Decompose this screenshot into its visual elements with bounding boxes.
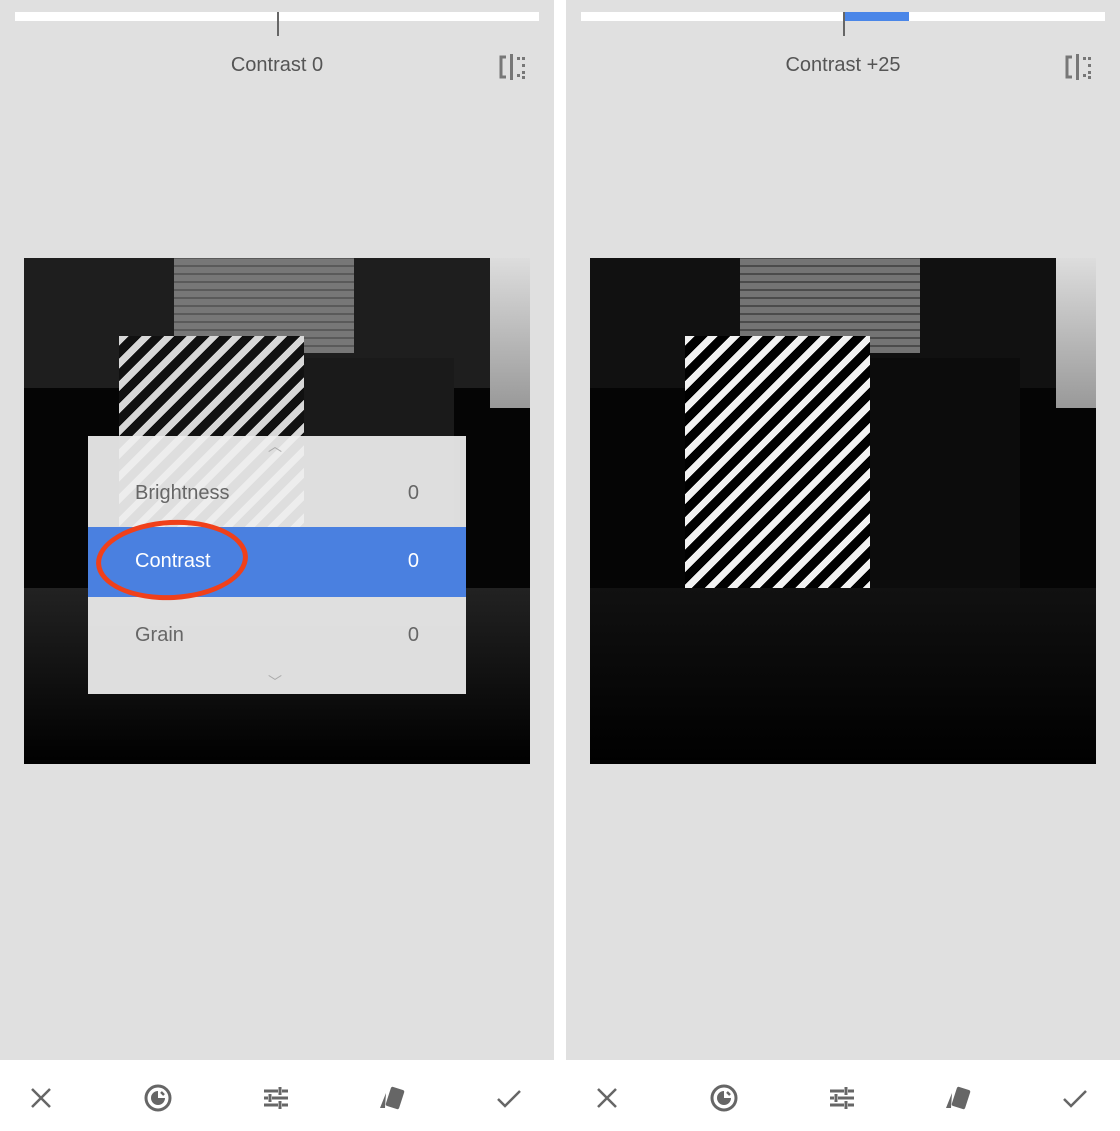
styles-icon[interactable] <box>377 1083 407 1113</box>
slider-fill <box>843 12 909 21</box>
auto-adjust-icon[interactable] <box>709 1083 739 1113</box>
chevron-down-icon[interactable]: ﹀ <box>268 672 282 692</box>
compare-icon[interactable] <box>1064 54 1092 80</box>
chevron-up-icon[interactable]: ︿ <box>268 436 282 456</box>
check-icon[interactable] <box>1060 1083 1090 1113</box>
item-label: Brightness <box>135 482 230 504</box>
bottom-toolbar <box>566 1060 1120 1131</box>
menu-item-grain[interactable]: Grain 0 <box>88 601 466 671</box>
item-label: Grain <box>135 624 184 646</box>
contrast-slider[interactable] <box>15 12 539 36</box>
item-value: 0 <box>407 624 419 646</box>
item-value: 0 <box>407 550 419 572</box>
item-value: 0 <box>407 482 419 504</box>
styles-icon[interactable] <box>943 1083 973 1113</box>
close-icon[interactable] <box>26 1083 56 1113</box>
adjustment-title: Contrast 0 <box>230 54 324 76</box>
slider-center-mark <box>277 12 279 36</box>
left-screen: Contrast 0 ︿ Brightness 0 Contrast 0 Grain… <box>0 0 554 1131</box>
menu-item-brightness[interactable]: Brightness 0 <box>88 459 466 529</box>
right-screen: Contrast +25 <box>566 0 1120 1131</box>
check-icon[interactable] <box>494 1083 524 1113</box>
close-icon[interactable] <box>592 1083 622 1113</box>
photo-preview <box>590 258 1096 764</box>
contrast-slider[interactable] <box>581 12 1105 36</box>
compare-icon[interactable] <box>498 54 526 80</box>
auto-adjust-icon[interactable] <box>143 1083 173 1113</box>
tune-icon[interactable] <box>827 1083 857 1113</box>
adjustment-title: Contrast +25 <box>785 54 901 76</box>
slider-center-mark <box>843 12 845 36</box>
tune-icon[interactable] <box>261 1083 291 1113</box>
bottom-toolbar <box>0 1060 554 1131</box>
